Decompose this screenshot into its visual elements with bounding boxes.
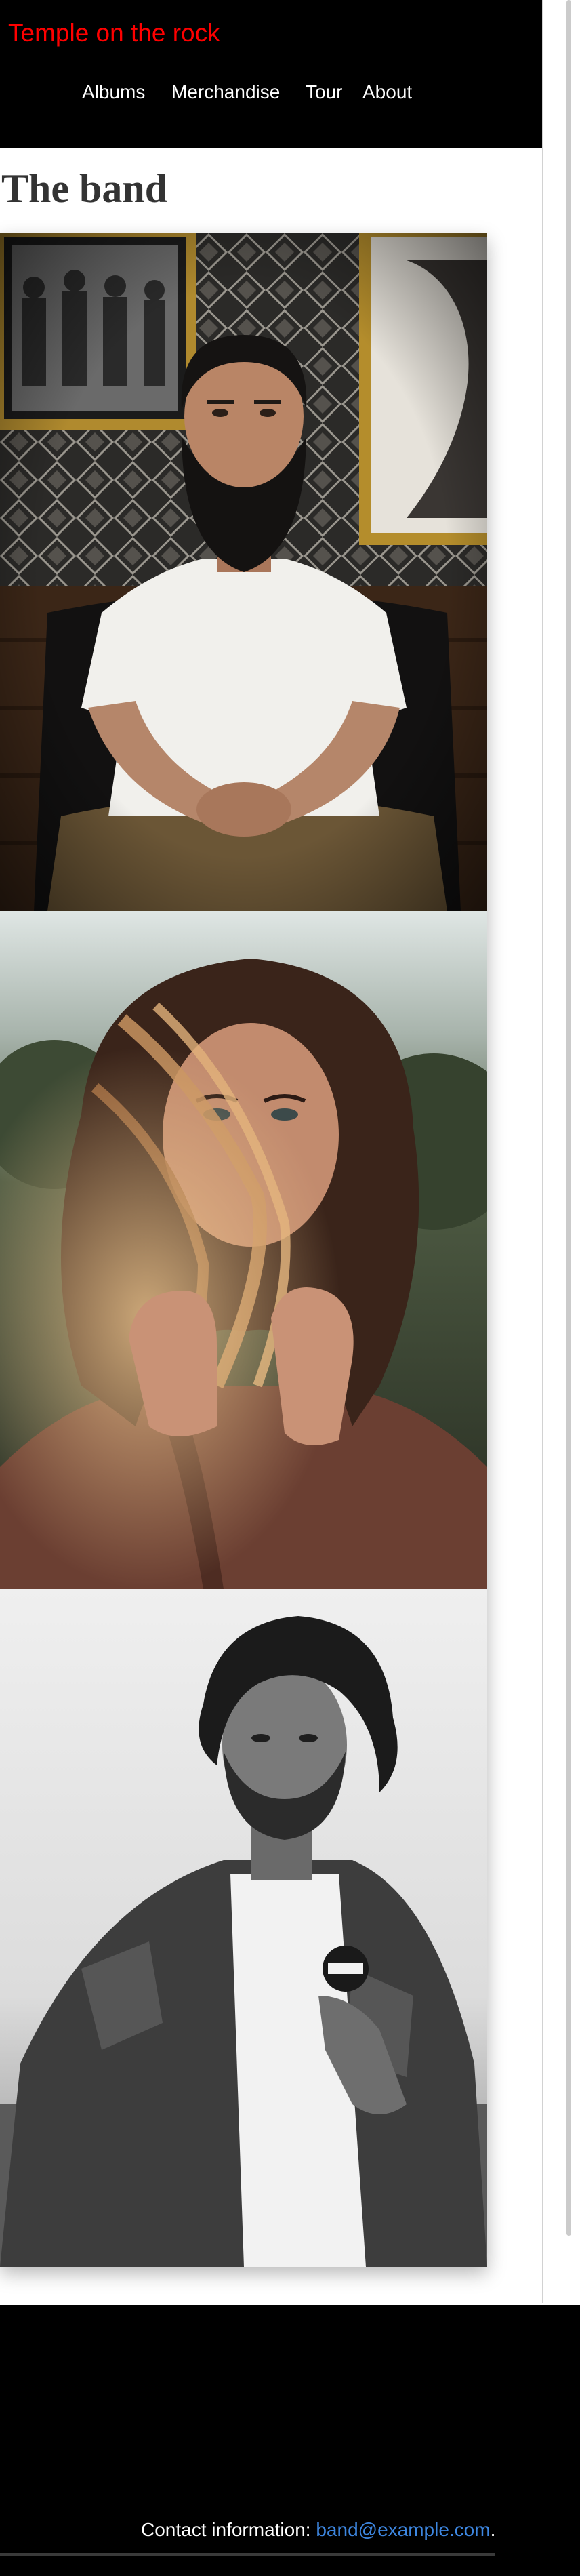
site-header: Temple on the rock Albums Merchandise To… <box>0 0 542 148</box>
contact-trailing-period: . <box>490 2519 496 2540</box>
footer-rule <box>0 2553 495 2556</box>
band-photos <box>0 233 487 2267</box>
nav-link-merchandise[interactable]: Merchandise <box>171 81 280 103</box>
nav-link-albums[interactable]: Albums <box>82 81 145 103</box>
page-heading: The band <box>1 166 168 211</box>
band-photo-bearded-man <box>0 233 487 911</box>
nav-link-about[interactable]: About <box>362 81 412 103</box>
nav-link-tour[interactable]: Tour <box>306 81 342 103</box>
band-photo-man-denim-jacket <box>0 1589 487 2267</box>
site-footer: Contact information: band@example.com. <box>0 2305 580 2576</box>
contact-information: Contact information: band@example.com. <box>141 2519 495 2541</box>
page-edge-divider <box>542 0 543 2303</box>
site-title[interactable]: Temple on the rock <box>8 19 220 47</box>
scrollbar-thumb[interactable] <box>566 0 571 2236</box>
band-photo-woman <box>0 911 487 1589</box>
contact-email-link[interactable]: band@example.com <box>316 2519 490 2540</box>
contact-label: Contact information: <box>141 2519 311 2540</box>
